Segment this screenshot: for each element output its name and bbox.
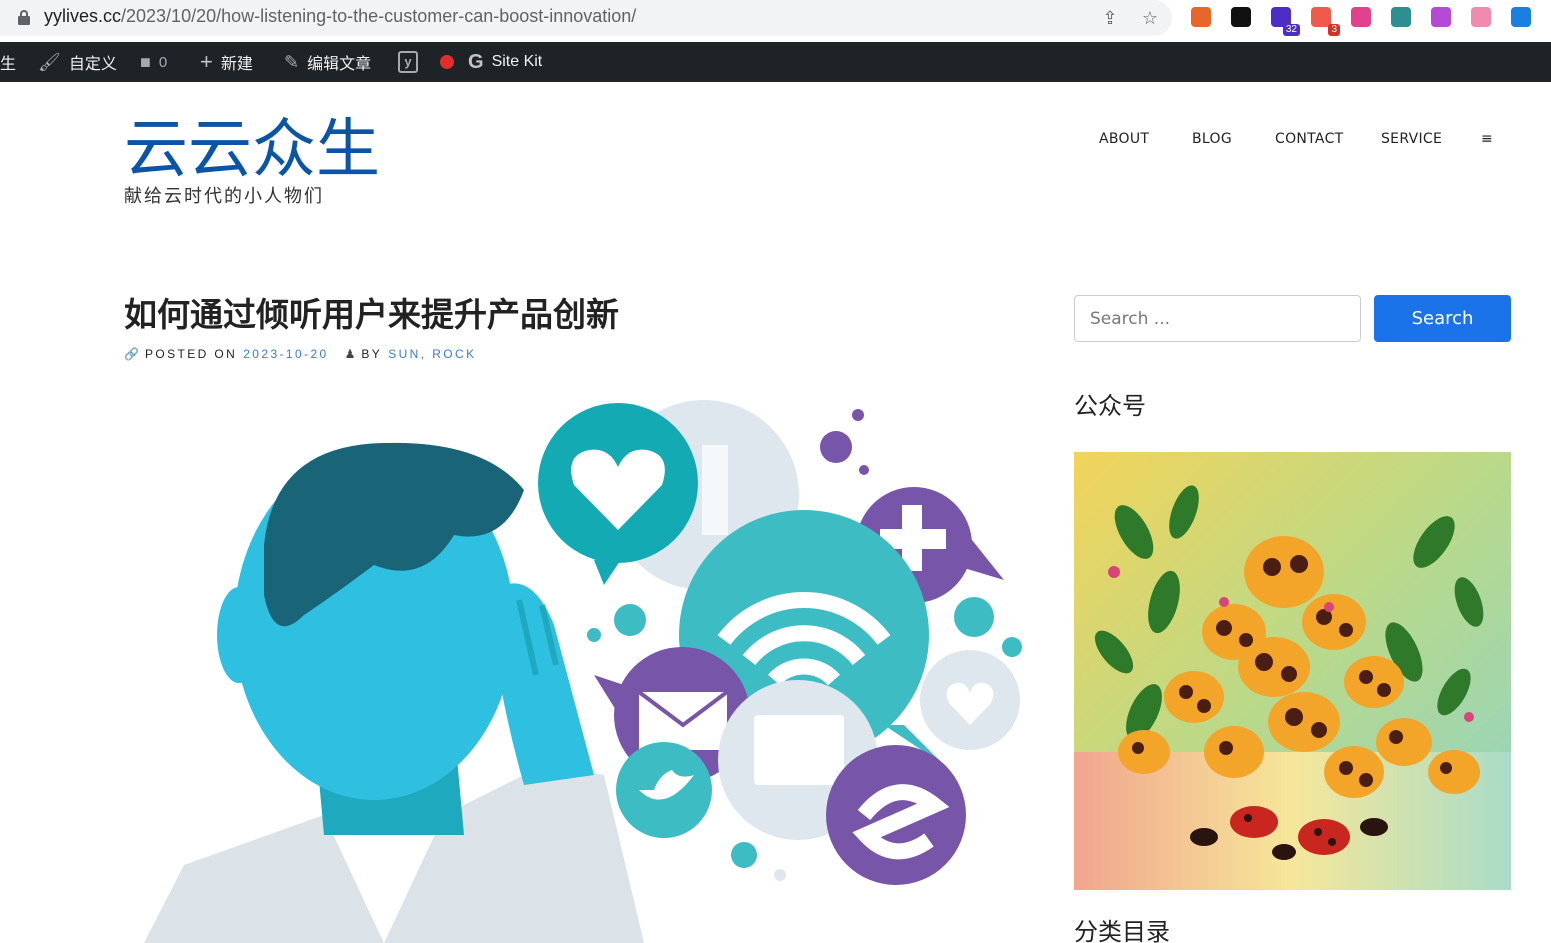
widget-title-wechat: 公众号 [1074, 392, 1146, 420]
teal-ext-icon[interactable] [1388, 4, 1414, 30]
paintbrush-icon: 🖌 [38, 52, 61, 72]
by-label: BY [361, 347, 383, 361]
notion-icon-glyph [1231, 7, 1251, 27]
teal-ext-icon-glyph [1391, 7, 1411, 27]
posted-on-label: POSTED ON [144, 347, 238, 361]
listening-illustration [144, 400, 1022, 943]
admin-site-name[interactable]: 生 [0, 42, 16, 82]
chrome-ext-icon-1[interactable] [1188, 4, 1214, 30]
extension-badge: 3 [1328, 24, 1340, 36]
nav-service[interactable]: SERVICE [1381, 128, 1442, 150]
purple-ext-icon[interactable] [1428, 4, 1454, 30]
search-button[interactable]: Search [1374, 295, 1511, 342]
search-input[interactable] [1074, 295, 1361, 342]
graduation-cap-icon[interactable]: 32 [1268, 4, 1300, 36]
bookmark-star-icon[interactable]: ☆ [1138, 6, 1162, 30]
admin-customize-label: 自定义 [68, 56, 117, 73]
address-bar[interactable]: yylives.cc/2023/10/20/how-listening-to-t… [0, 0, 1172, 36]
chrome-ext-icon-1-glyph [1191, 7, 1211, 27]
post-author-link[interactable]: SUN, ROCK [388, 345, 476, 363]
translate-icon[interactable] [1348, 4, 1374, 30]
widget-title-categories: 分类目录 [1074, 918, 1170, 943]
browser-toolbar: yylives.cc/2023/10/20/how-listening-to-t… [0, 0, 1551, 42]
nav-about[interactable]: ABOUT [1099, 128, 1149, 150]
pencil-icon: ✎ [284, 52, 300, 72]
ladybug-artwork [1074, 452, 1511, 890]
pink-ext-icon[interactable] [1468, 4, 1494, 30]
url-path: /2023/10/20/how-listening-to-the-custome… [121, 6, 637, 26]
author-icon: ♟ [344, 347, 356, 361]
admin-site-name-label: 生 [0, 56, 17, 73]
paperclip-icon: 🔗 [124, 347, 139, 361]
admin-new-label: 新建 [220, 56, 253, 73]
nav-menu-toggle[interactable]: ≡ [1481, 128, 1493, 150]
pink-ext-icon-glyph [1471, 7, 1491, 27]
url-host: yylives.cc [44, 6, 122, 26]
admin-comments-count: 0 [158, 53, 168, 71]
site-tagline: 献给云时代的小人物们 [124, 186, 324, 207]
comment-bubble-icon: ■ [140, 52, 151, 72]
purple-ext-icon-glyph [1431, 7, 1451, 27]
wp-admin-bar: 生 🖌 自定义 ■ 0 + 新建 ✎ 编辑文章 y G Site Kit [0, 42, 1551, 82]
site-title[interactable]: 云云众生 [124, 112, 380, 188]
post-title: 如何通过倾听用户来提升产品创新 [124, 295, 619, 334]
admin-new[interactable]: + 新建 [200, 42, 253, 82]
lock-icon[interactable] [18, 10, 30, 25]
admin-edit-post[interactable]: ✎ 编辑文章 [284, 42, 371, 82]
wechat-qr-image [1074, 452, 1511, 890]
translate-icon-glyph [1351, 7, 1371, 27]
nav-blog[interactable]: BLOG [1192, 128, 1232, 150]
extension-badge: 32 [1282, 24, 1300, 36]
blue-ext-icon[interactable] [1508, 4, 1534, 30]
url-text[interactable]: yylives.cc/2023/10/20/how-listening-to-t… [44, 4, 636, 28]
admin-comments[interactable]: ■ 0 [140, 42, 167, 82]
post-meta: 🔗 POSTED ON 2023-10-20 ♟ BY SUN, ROCK [124, 345, 476, 363]
nav-contact[interactable]: CONTACT [1275, 128, 1344, 150]
admin-customize[interactable]: 🖌 自定义 [38, 42, 117, 82]
admin-yoast[interactable]: y [398, 42, 454, 82]
featured-image [124, 395, 1040, 943]
admin-site-kit[interactable]: G Site Kit [468, 42, 542, 82]
blue-ext-icon-glyph [1511, 7, 1531, 27]
red-ext-icon[interactable]: 3 [1308, 4, 1340, 36]
yoast-icon: y [398, 51, 418, 73]
google-g-icon: G [468, 50, 484, 73]
seo-status-dot [440, 55, 454, 69]
admin-site-kit-label: Site Kit [491, 53, 543, 70]
admin-edit-post-label: 编辑文章 [307, 56, 372, 73]
plus-icon: + [200, 49, 213, 74]
notion-icon[interactable] [1228, 4, 1254, 30]
post-date-link[interactable]: 2023-10-20 [243, 345, 328, 363]
share-icon[interactable]: ⇪ [1098, 6, 1122, 30]
